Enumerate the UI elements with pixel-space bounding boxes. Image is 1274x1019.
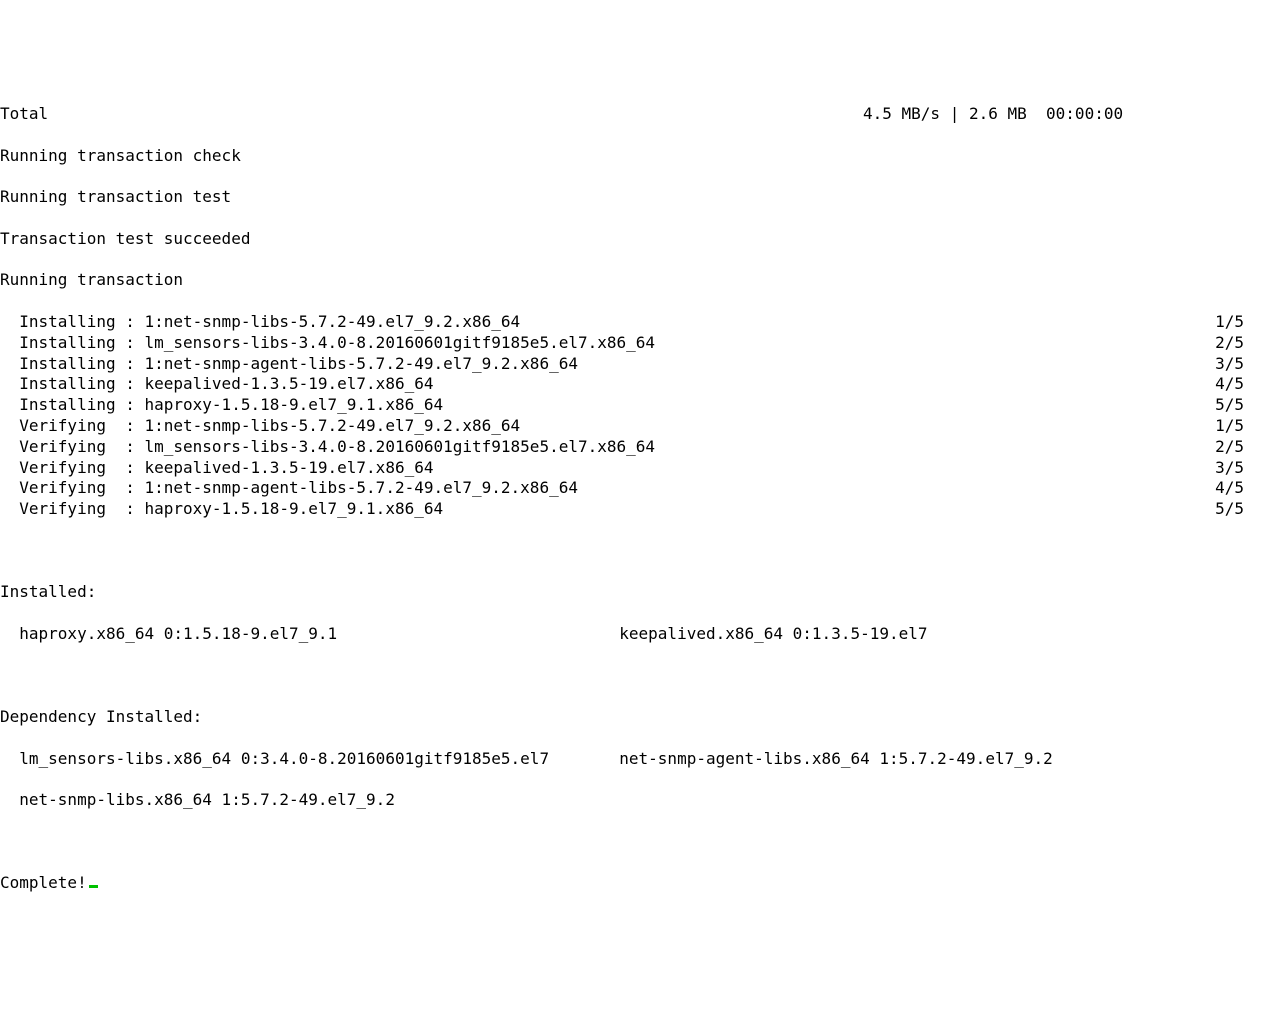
status-running: Running transaction (0, 270, 1274, 291)
total-stats: 4.5 MB/s | 2.6 MB 00:00:00 (863, 104, 1274, 125)
cursor-icon (89, 885, 98, 888)
action-left: Verifying : haproxy-1.5.18-9.el7_9.1.x86… (19, 499, 443, 520)
dep-installed-packages-row1: lm_sensors-libs.x86_64 0:3.4.0-8.2016060… (0, 749, 1274, 770)
action-left: Installing : haproxy-1.5.18-9.el7_9.1.x8… (19, 395, 443, 416)
dep-installed-header: Dependency Installed: (0, 707, 1274, 728)
total-label: Total (0, 104, 863, 125)
action-progress: 3/5 (1215, 354, 1274, 375)
action-progress: 5/5 (1215, 395, 1274, 416)
action-left: Installing : 1:net-snmp-libs-5.7.2-49.el… (19, 312, 520, 333)
action-left: Installing : lm_sensors-libs-3.4.0-8.201… (19, 333, 655, 354)
status-test: Running transaction test (0, 187, 1274, 208)
terminal-output: { "total": { "label": "Total", "speed": … (0, 21, 1274, 915)
action-progress: 5/5 (1215, 499, 1274, 520)
action-row: Verifying : keepalived-1.3.5-19.el7.x86_… (0, 458, 1274, 479)
total-line: Total4.5 MB/s | 2.6 MB 00:00:00 (0, 104, 1274, 125)
action-progress: 1/5 (1215, 312, 1274, 333)
action-progress: 4/5 (1215, 374, 1274, 395)
action-left: Verifying : keepalived-1.3.5-19.el7.x86_… (19, 458, 433, 479)
action-row: Installing : 1:net-snmp-agent-libs-5.7.2… (0, 354, 1274, 375)
installed-header: Installed: (0, 582, 1274, 603)
status-check: Running transaction check (0, 146, 1274, 167)
action-progress: 1/5 (1215, 416, 1274, 437)
status-succeeded: Transaction test succeeded (0, 229, 1274, 250)
complete-line: Complete! (0, 873, 1274, 894)
action-progress: 3/5 (1215, 458, 1274, 479)
installed-packages: haproxy.x86_64 0:1.5.18-9.el7_9.1keepali… (0, 624, 1274, 645)
action-row: Verifying : lm_sensors-libs-3.4.0-8.2016… (0, 437, 1274, 458)
action-progress: 2/5 (1215, 333, 1274, 354)
action-left: Installing : 1:net-snmp-agent-libs-5.7.2… (19, 354, 578, 375)
dep-installed-packages-row2: net-snmp-libs.x86_64 1:5.7.2-49.el7_9.2 (0, 790, 1274, 811)
action-row: Installing : lm_sensors-libs-3.4.0-8.201… (0, 333, 1274, 354)
action-row: Verifying : haproxy-1.5.18-9.el7_9.1.x86… (0, 499, 1274, 520)
action-progress: 2/5 (1215, 437, 1274, 458)
action-left: Verifying : 1:net-snmp-agent-libs-5.7.2-… (19, 478, 578, 499)
action-row: Verifying : 1:net-snmp-libs-5.7.2-49.el7… (0, 416, 1274, 437)
action-row: Installing : keepalived-1.3.5-19.el7.x86… (0, 374, 1274, 395)
action-progress: 4/5 (1215, 478, 1274, 499)
action-row: Installing : 1:net-snmp-libs-5.7.2-49.el… (0, 312, 1274, 333)
action-left: Verifying : 1:net-snmp-libs-5.7.2-49.el7… (19, 416, 520, 437)
action-left: Installing : keepalived-1.3.5-19.el7.x86… (19, 374, 433, 395)
action-left: Verifying : lm_sensors-libs-3.4.0-8.2016… (19, 437, 655, 458)
action-row: Verifying : 1:net-snmp-agent-libs-5.7.2-… (0, 478, 1274, 499)
action-row: Installing : haproxy-1.5.18-9.el7_9.1.x8… (0, 395, 1274, 416)
